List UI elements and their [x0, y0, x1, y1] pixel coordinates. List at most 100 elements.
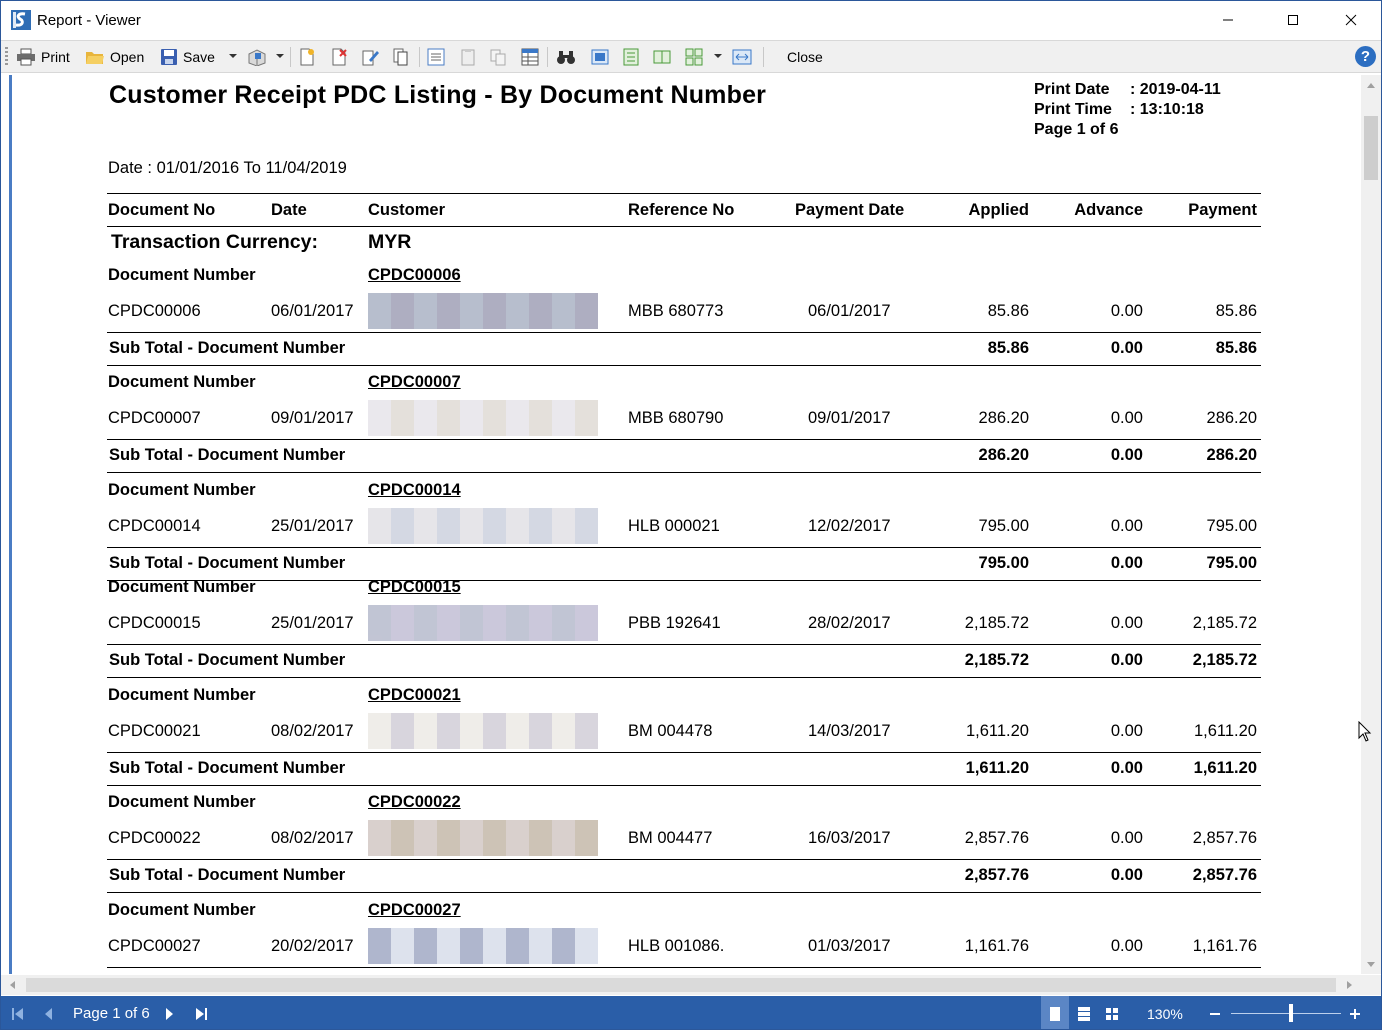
- cell-customer-redacted: [368, 820, 598, 856]
- binoculars-icon: [557, 51, 575, 64]
- scroll-down-icon[interactable]: [1367, 962, 1375, 967]
- report-title: Customer Receipt PDC Listing - By Docume…: [109, 81, 767, 109]
- zoom-slider-thumb[interactable]: [1289, 1004, 1293, 1022]
- open-button[interactable]: Open: [85, 46, 144, 68]
- header-top-rule: [107, 193, 1261, 194]
- next-page-button[interactable]: [165, 996, 175, 1029]
- close-window-button[interactable]: [1328, 1, 1374, 39]
- cell-payment-date: 14/03/2017: [808, 722, 891, 740]
- last-page-button[interactable]: [194, 996, 208, 1029]
- subtotal-bottom-rule: [107, 365, 1261, 366]
- report-viewer-window: Report - Viewer Print Open Save Close ? …: [0, 0, 1382, 1030]
- edit-page-button[interactable]: [361, 46, 379, 68]
- zoom-out-button[interactable]: [1209, 996, 1221, 1029]
- first-page-icon: [12, 1007, 23, 1020]
- two-page-view-button[interactable]: [653, 46, 671, 68]
- scroll-left-icon[interactable]: [10, 981, 15, 989]
- help-icon[interactable]: ?: [1355, 46, 1376, 67]
- toolbar-separator: [290, 47, 291, 67]
- export-dropdown-chevron-icon[interactable]: [276, 54, 284, 58]
- group-label: Document Number: [108, 901, 256, 919]
- subtotal-payment: 1,611.20: [1193, 759, 1257, 777]
- subtotal-applied: 286.20: [978, 446, 1029, 464]
- single-page-view-button[interactable]: [591, 46, 609, 68]
- save-button[interactable]: Save: [160, 46, 215, 68]
- page-setup-button[interactable]: [427, 46, 445, 68]
- cell-advance: 0.00: [1110, 937, 1143, 955]
- print-date-label: Print Date: [1034, 81, 1110, 98]
- continuous-mode-button[interactable]: [1077, 996, 1091, 1029]
- maximize-icon: [1288, 15, 1298, 25]
- group-document-number: CPDC00006: [368, 266, 461, 284]
- cell-payment: 1,161.76: [1192, 937, 1257, 955]
- cell-customer-redacted: [368, 400, 598, 436]
- page-border: [9, 75, 12, 974]
- cell-advance: 0.00: [1110, 722, 1143, 740]
- vertical-scrollbar[interactable]: [1361, 75, 1381, 974]
- cell-advance: 0.00: [1110, 517, 1143, 535]
- subtotal-payment: 286.20: [1206, 446, 1257, 464]
- maximize-button[interactable]: [1270, 1, 1316, 39]
- find-button[interactable]: [556, 46, 576, 68]
- delete-page-button[interactable]: [330, 46, 348, 68]
- cell-applied: 85.86: [987, 302, 1029, 320]
- cell-date: 06/01/2017: [271, 302, 354, 320]
- column-header-applied: Applied: [968, 201, 1030, 219]
- clipboard-icon: [461, 49, 475, 66]
- continuous-page-icon: [623, 48, 639, 66]
- group-document-number: CPDC00007: [368, 373, 461, 391]
- column-header-customer: Customer: [368, 201, 446, 219]
- subtotal-top-rule: [107, 547, 1261, 548]
- scroll-right-icon[interactable]: [1347, 981, 1352, 989]
- multi-page-mode-button[interactable]: [1105, 996, 1119, 1029]
- previous-page-button[interactable]: [43, 996, 53, 1029]
- duplicate-button[interactable]: [489, 46, 507, 68]
- save-dropdown-chevron-icon[interactable]: [229, 54, 237, 58]
- cell-date: 25/01/2017: [271, 517, 354, 535]
- subtotal-top-rule: [107, 644, 1261, 645]
- new-page-button[interactable]: [298, 46, 316, 68]
- cell-reference-no: HLB 000021: [628, 517, 720, 535]
- zoom-in-button[interactable]: [1349, 996, 1361, 1029]
- subtotal-advance: 0.00: [1110, 554, 1143, 572]
- fit-width-button[interactable]: [732, 46, 752, 68]
- toolbar-grip[interactable]: [5, 47, 8, 67]
- print-button[interactable]: Print: [16, 46, 70, 68]
- subtotal-advance: 0.00: [1110, 446, 1143, 464]
- cell-customer-redacted: [368, 605, 598, 641]
- two-pages-icon: [653, 50, 671, 64]
- cell-reference-no: BM 004478: [628, 722, 713, 740]
- scroll-up-icon[interactable]: [1367, 83, 1375, 88]
- export-button[interactable]: [247, 46, 267, 68]
- cell-reference-no: HLB 001086.: [628, 937, 725, 955]
- subtotal-applied: 2,185.72: [964, 651, 1029, 669]
- first-page-button[interactable]: [11, 996, 25, 1029]
- group-document-number: CPDC00021: [368, 686, 461, 704]
- edit-document-icon: [362, 50, 379, 66]
- multi-page-view-button[interactable]: [685, 46, 703, 68]
- horizontal-scroll-thumb[interactable]: [26, 978, 1336, 992]
- print-label: Print: [41, 49, 70, 65]
- minimize-button[interactable]: [1205, 1, 1251, 39]
- continuous-view-button[interactable]: [622, 46, 640, 68]
- subtotal-applied: 85.86: [987, 339, 1029, 357]
- group-label: Document Number: [108, 578, 256, 596]
- subtotal-label: Sub Total - Document Number: [109, 759, 346, 777]
- subtotal-label: Sub Total - Document Number: [109, 446, 346, 464]
- paste-button[interactable]: [459, 46, 477, 68]
- toolbar-separator: [547, 47, 548, 67]
- single-page-icon: [1050, 1006, 1060, 1021]
- vertical-scroll-thumb[interactable]: [1364, 116, 1378, 180]
- cell-payment-date: 28/02/2017: [808, 614, 891, 632]
- zoom-slider-track[interactable]: [1231, 1013, 1341, 1014]
- subtotal-bottom-rule: [107, 892, 1261, 893]
- copy-page-button[interactable]: [392, 46, 410, 68]
- single-page-mode-button[interactable]: [1041, 996, 1069, 1029]
- subtotal-bottom-rule: [107, 785, 1261, 786]
- page-layout-icon: [427, 48, 445, 66]
- cell-reference-no: PBB 192641: [628, 614, 721, 632]
- view-dropdown-chevron-icon[interactable]: [714, 54, 722, 58]
- close-button[interactable]: Close: [787, 46, 823, 68]
- table-view-button[interactable]: [521, 46, 539, 68]
- print-date: Print Date : 2019-04-11: [1034, 81, 1221, 99]
